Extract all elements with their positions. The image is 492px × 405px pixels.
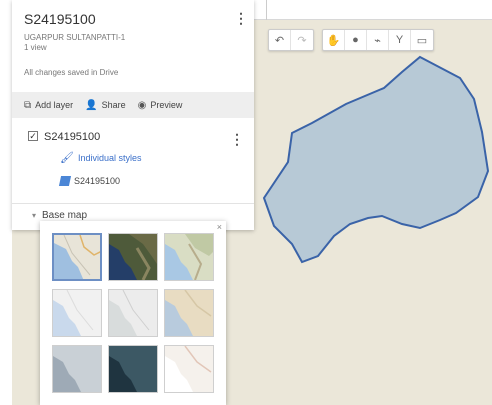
preview-label: Preview	[150, 100, 183, 110]
view-count: 1 view	[24, 43, 47, 52]
hand-icon[interactable]: ✋	[323, 30, 345, 50]
eye-icon: ◉	[137, 99, 147, 111]
individual-styles-link[interactable]: 🖌 Individual styles	[60, 151, 142, 164]
map-top-bar	[254, 0, 492, 20]
add-layer-label: Add layer	[35, 100, 74, 110]
undo-icon[interactable]: ↶	[269, 30, 291, 50]
add-layer-button[interactable]: ⧉ Add layer	[24, 100, 73, 111]
close-icon[interactable]: ×	[217, 222, 222, 232]
map-title[interactable]: S24195100	[24, 11, 96, 27]
basemap-label: Base map	[42, 210, 88, 221]
share-button[interactable]: 👤 Share	[85, 100, 125, 111]
map-description: UGARPUR SULTANPATTI-1	[24, 33, 126, 42]
light-political-thumbnail	[53, 290, 101, 336]
draw-line-icon[interactable]: ⌁	[367, 30, 389, 50]
basemap-picker: ×	[40, 221, 226, 405]
feature-item[interactable]: S24195100	[58, 176, 121, 186]
layer-checkbox[interactable]: ✓	[28, 131, 38, 141]
share-label: Share	[101, 100, 126, 110]
more-options-icon[interactable]: ⋮	[234, 10, 248, 26]
basemap-thumb-terrain[interactable]	[164, 233, 214, 281]
basemap-thumb-light-political[interactable]	[52, 289, 102, 337]
history-group: ↶ ↷	[268, 29, 314, 51]
basemap-thumb-light-landmass[interactable]	[52, 345, 102, 393]
map-divider	[266, 0, 267, 20]
polygon-icon	[58, 176, 72, 186]
polygon-shape[interactable]	[262, 55, 490, 264]
tools-group: ✋ ● ⌁ Y ▭	[322, 29, 434, 51]
basemap-thumb-mono-city[interactable]	[108, 289, 158, 337]
paint-roller-icon: 🖌	[60, 152, 74, 164]
basemap-thumb-whitewater[interactable]	[164, 345, 214, 393]
layers-panel: S24195100 ⋮ UGARPUR SULTANPATTI-1 1 view…	[12, 0, 254, 230]
simple-atlas-thumbnail	[165, 290, 213, 336]
layer-options-icon[interactable]: ⋮	[230, 131, 244, 147]
feature-label: S24195100	[74, 176, 121, 186]
basemap-thumb-map[interactable]	[52, 233, 102, 281]
dark-landmass-thumbnail	[109, 346, 157, 392]
satellite-thumbnail	[109, 234, 157, 280]
basemap-toggle[interactable]: ▾ Base map	[32, 210, 87, 221]
whitewater-thumbnail	[165, 346, 213, 392]
map-toolbar: ↶ ↷ ✋ ● ⌁ Y ▭	[268, 29, 442, 51]
directions-icon[interactable]: Y	[389, 30, 411, 50]
actions-bar: ⧉ Add layer 👤 Share ◉ Preview	[12, 92, 254, 118]
layer-title[interactable]: S24195100	[44, 131, 100, 143]
mono-city-thumbnail	[109, 290, 157, 336]
redo-icon[interactable]: ↷	[291, 30, 313, 50]
styles-label: Individual styles	[77, 152, 142, 163]
save-status: All changes saved in Drive	[24, 68, 119, 77]
marker-icon[interactable]: ●	[345, 30, 367, 50]
panel-divider	[12, 203, 254, 204]
preview-button[interactable]: ◉ Preview	[138, 100, 183, 111]
terrain-thumbnail	[165, 234, 213, 280]
basemap-thumb-satellite[interactable]	[108, 233, 158, 281]
add-person-icon: 👤	[85, 99, 98, 111]
basemap-thumb-dark-landmass[interactable]	[108, 345, 158, 393]
map-thumbnail	[54, 235, 100, 279]
panel-header: S24195100 ⋮ UGARPUR SULTANPATTI-1 1 view…	[12, 0, 254, 92]
ruler-icon[interactable]: ▭	[411, 30, 433, 50]
basemap-thumb-simple-atlas[interactable]	[164, 289, 214, 337]
layers-icon: ⧉	[24, 99, 32, 111]
chevron-down-icon: ▾	[32, 211, 37, 220]
light-landmass-thumbnail	[53, 346, 101, 392]
